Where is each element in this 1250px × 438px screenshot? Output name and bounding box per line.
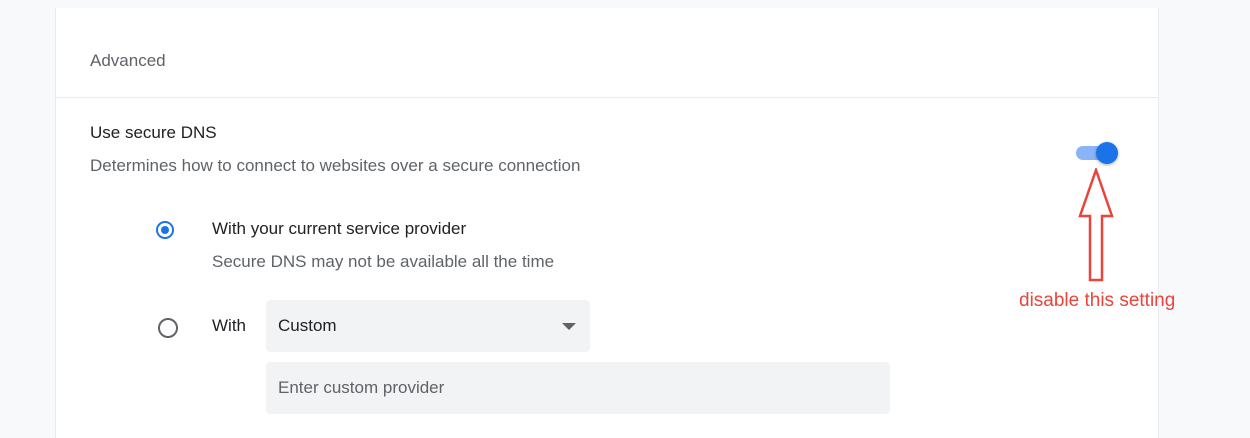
chevron-down-icon: [562, 323, 576, 330]
settings-card: Advanced Use secure DNS Determines how t…: [55, 8, 1159, 438]
radio-custom-provider[interactable]: [158, 318, 178, 338]
secure-dns-description: Determines how to connect to websites ov…: [90, 156, 581, 175]
custom-provider-input[interactable]: [266, 362, 890, 414]
radio-current-provider[interactable]: [156, 221, 174, 239]
radio-selected-dot: [161, 226, 169, 234]
toggle-thumb: [1096, 142, 1118, 164]
provider-select-value: Custom: [278, 316, 337, 335]
section-divider: [56, 97, 1158, 98]
secure-dns-title: Use secure DNS: [90, 123, 217, 142]
annotation-text: disable this setting: [1019, 290, 1176, 311]
option-current-provider-sublabel: Secure DNS may not be available all the …: [212, 252, 555, 271]
option-custom-label: With: [212, 316, 246, 335]
option-current-provider-label: With your current service provider: [212, 219, 467, 238]
secure-dns-toggle[interactable]: [1074, 140, 1118, 166]
up-arrow-icon: [1078, 168, 1114, 282]
provider-select[interactable]: Custom: [266, 300, 590, 352]
section-title: Advanced: [90, 51, 166, 70]
